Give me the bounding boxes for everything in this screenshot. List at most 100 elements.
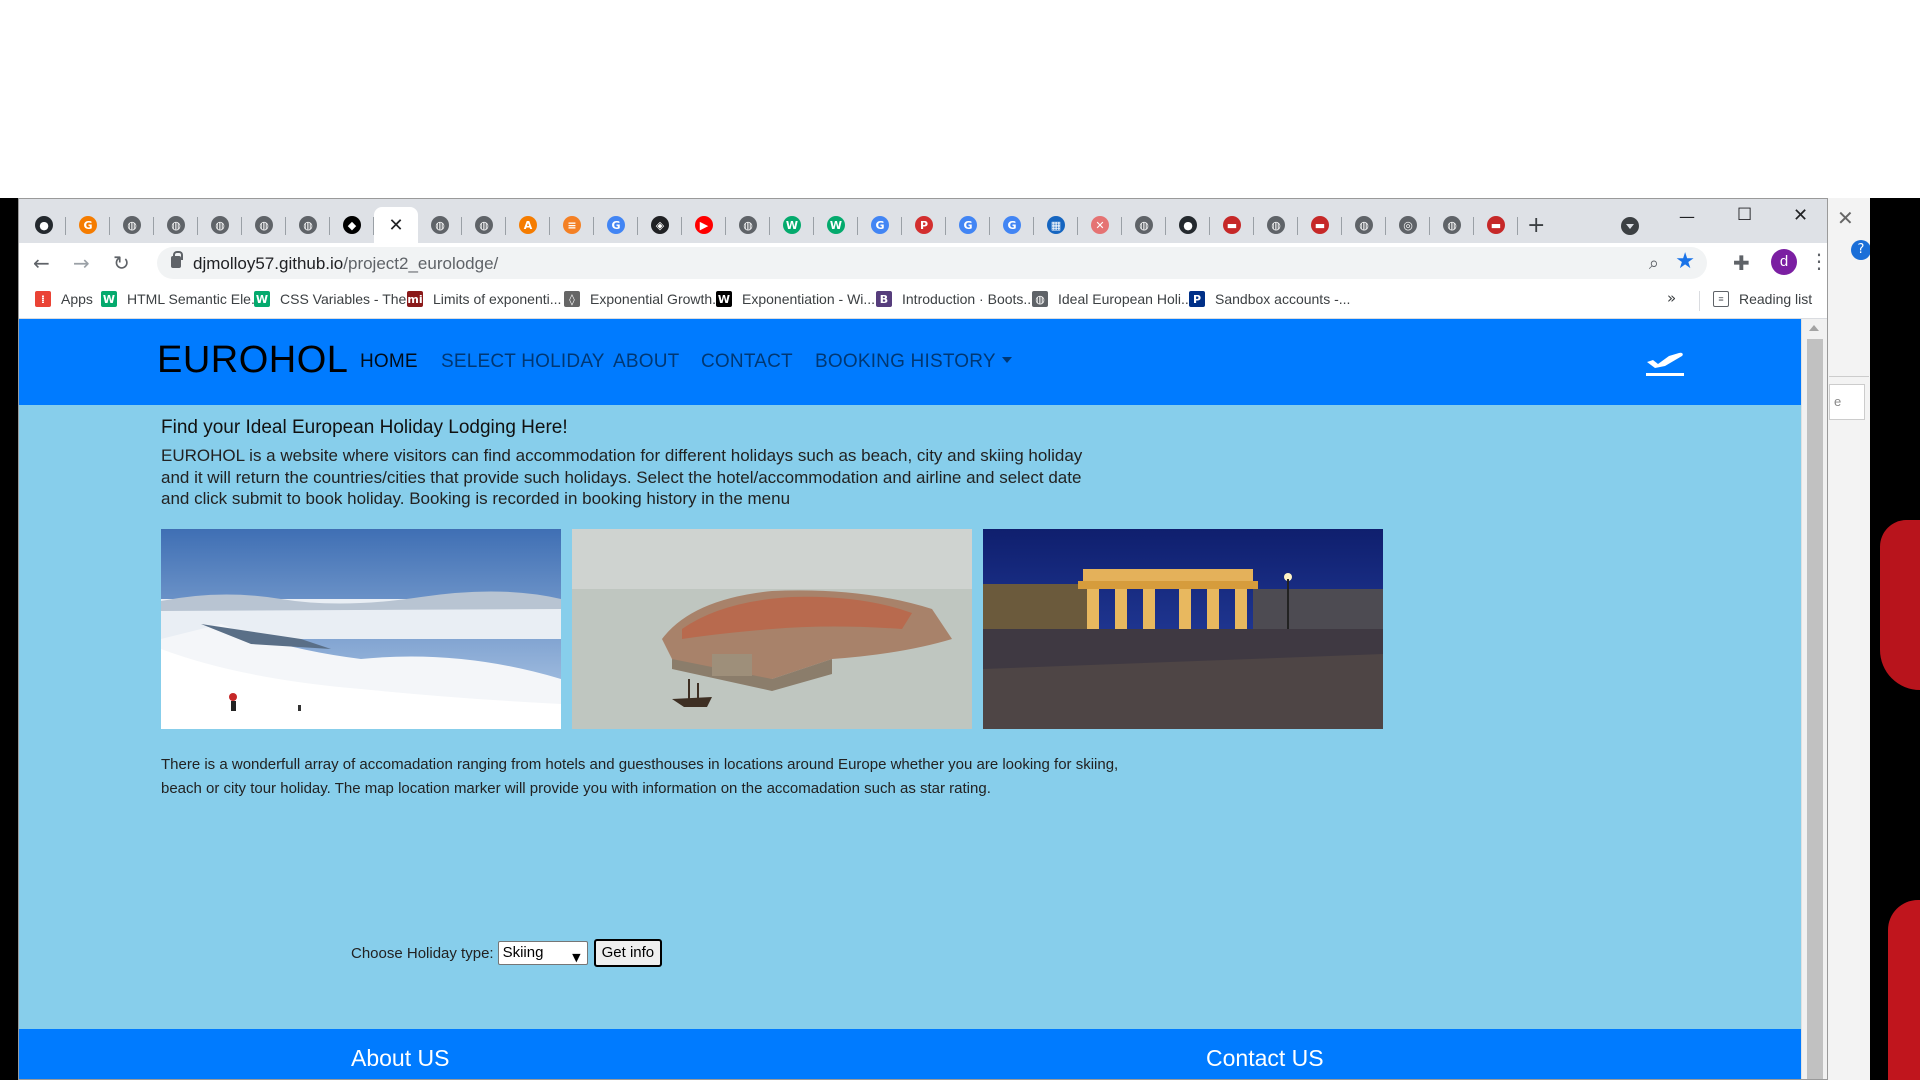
extensions-icon[interactable]: ✚ (1733, 251, 1750, 275)
get-info-button[interactable]: Get info (593, 939, 663, 967)
browser-tab[interactable]: ≡ (550, 207, 594, 243)
bookmark-item[interactable]: W Exponentiation - Wi... (716, 291, 875, 307)
browser-tab[interactable]: ◍ (1430, 207, 1474, 243)
reading-list-button[interactable]: ≡ Reading list (1713, 291, 1812, 307)
google-icon: G (1003, 216, 1021, 234)
minimize-icon[interactable]: — (1679, 207, 1695, 226)
browser-window: + — ☐ ✕ ● G ◍ ◍ ◍ ◍ ◍ ◆ ✕ ◍ ◍ A ≡ G ◈ ▶ ◍ W W G P G G ▦ ✕ ◍ ● ▬ ◍ ▬ ◍ ◎… (18, 198, 1828, 1080)
browser-tab[interactable]: W (770, 207, 814, 243)
bookmark-item[interactable]: W HTML Semantic Ele... (101, 291, 263, 307)
divider (1829, 376, 1869, 377)
globe-icon: ◍ (211, 216, 229, 234)
tab-strip: + — ☐ ✕ ● G ◍ ◍ ◍ ◍ ◍ ◆ ✕ ◍ ◍ A ≡ G ◈ ▶ ◍ W W G P G G ▦ ✕ ◍ ● ▬ ◍ ▬ ◍ ◎… (19, 199, 1827, 243)
bookmark-label: HTML Semantic Ele... (127, 291, 263, 307)
browser-tab[interactable]: G (66, 207, 110, 243)
close-icon[interactable]: ✕ (388, 215, 403, 236)
browser-tab[interactable]: ◈ (638, 207, 682, 243)
zoom-icon[interactable]: ⌕ (1649, 253, 1659, 274)
browser-tab[interactable]: ▦ (1034, 207, 1078, 243)
help-icon[interactable]: ? (1851, 240, 1871, 260)
google-icon: G (607, 216, 625, 234)
bookmark-star-icon[interactable]: ★ (1675, 249, 1695, 274)
browser-tab[interactable]: ◍ (286, 207, 330, 243)
browser-tab[interactable]: ● (1166, 207, 1210, 243)
menu-icon[interactable]: ⋮ (1809, 249, 1827, 273)
footer-contact-heading: Contact US (1206, 1045, 1324, 1071)
page-headline: Find your Ideal European Holiday Lodging… (161, 417, 568, 438)
page-viewport: EUROHOL HOME SELECT HOLIDAY ABOUT CONTAC… (19, 319, 1801, 1079)
nav-home[interactable]: HOME (360, 351, 418, 373)
w3schools-icon: W (101, 291, 117, 307)
intro-section: Find your Ideal European Holiday Lodging… (161, 417, 1101, 510)
address-bar[interactable]: djmolloy57.github.io/project2_eurolodge/… (157, 247, 1707, 279)
bookmark-item[interactable]: ⁞ Apps (35, 291, 93, 307)
chrome-icon: ◎ (1399, 216, 1417, 234)
browser-tab[interactable]: P (902, 207, 946, 243)
new-tab-button[interactable]: + (1527, 213, 1545, 238)
nav-booking-history[interactable]: BOOKING HISTORY (815, 351, 1012, 373)
nav-contact[interactable]: CONTACT (701, 351, 793, 373)
background-input[interactable]: e (1829, 384, 1865, 420)
footer-about-heading: About US (351, 1045, 450, 1071)
url-text[interactable]: djmolloy57.github.io/project2_eurolodge/ (193, 254, 498, 274)
browser-tab[interactable]: W (814, 207, 858, 243)
desktop-wallpaper-shape (1880, 520, 1920, 690)
lock-icon[interactable] (171, 251, 183, 268)
bookmark-item[interactable]: ◊ Exponential Growth... (564, 291, 724, 307)
site-brand[interactable]: EUROHOL (157, 339, 348, 382)
browser-tab[interactable]: ◆ (330, 207, 374, 243)
scroll-thumb[interactable] (1807, 339, 1823, 1079)
codepen-icon: ◆ (343, 216, 361, 234)
browser-tab[interactable]: ◍ (418, 207, 462, 243)
holiday-type-select[interactable]: Skiing ▼ (497, 941, 588, 965)
bookmark-item[interactable]: ◍ Ideal European Holi... (1032, 291, 1193, 307)
browser-tab[interactable]: ▬ (1474, 207, 1518, 243)
bookmark-label: CSS Variables - The... (280, 291, 418, 307)
browser-tab[interactable]: ● (22, 207, 66, 243)
browser-tab[interactable]: ◍ (110, 207, 154, 243)
bookmark-label: Apps (61, 291, 93, 307)
browser-tab[interactable]: G (946, 207, 990, 243)
browser-tab[interactable]: ◍ (462, 207, 506, 243)
browser-tab[interactable]: ◍ (1254, 207, 1298, 243)
browser-tab[interactable]: ◍ (154, 207, 198, 243)
scroll-up-icon[interactable] (1809, 325, 1819, 331)
browser-tab[interactable]: ▬ (1210, 207, 1254, 243)
browser-tab[interactable]: G (990, 207, 1034, 243)
bookmark-item[interactable]: B Introduction · Boots... (876, 291, 1035, 307)
browser-tab[interactable]: G (594, 207, 638, 243)
diamond-icon: ◈ (651, 216, 669, 234)
back-icon[interactable]: ← (33, 251, 50, 275)
ace-icon: A (519, 216, 537, 234)
browser-tab[interactable]: ▬ (1298, 207, 1342, 243)
browser-tab[interactable]: ◍ (1342, 207, 1386, 243)
close-window-icon[interactable]: ✕ (1793, 205, 1808, 226)
globe-icon: ◍ (299, 216, 317, 234)
page-scrollbar[interactable] (1801, 319, 1827, 1079)
reload-icon[interactable]: ↻ (113, 251, 130, 275)
bookmark-item[interactable]: W CSS Variables - The... (254, 291, 418, 307)
browser-tab[interactable]: A (506, 207, 550, 243)
nav-select-holiday[interactable]: SELECT HOLIDAY (441, 351, 605, 373)
nav-about[interactable]: ABOUT (613, 351, 679, 373)
browser-tab[interactable]: ◍ (198, 207, 242, 243)
bookmark-item[interactable]: mi Limits of exponenti... (407, 291, 561, 307)
w3schools-icon: W (783, 216, 801, 234)
browser-tab[interactable]: ✕ (374, 207, 418, 243)
browser-tab[interactable]: ◍ (726, 207, 770, 243)
browser-tab[interactable]: ◍ (242, 207, 286, 243)
close-icon[interactable]: ✕ (1837, 206, 1854, 230)
tab-search-icon[interactable] (1621, 217, 1639, 235)
forward-icon[interactable]: → (73, 251, 90, 275)
maximize-icon[interactable]: ☐ (1737, 205, 1752, 225)
browser-tab[interactable]: ▶ (682, 207, 726, 243)
browser-tab[interactable]: ◍ (1122, 207, 1166, 243)
bookmarks-overflow-icon[interactable]: » (1667, 289, 1676, 307)
browser-tab[interactable]: ✕ (1078, 207, 1122, 243)
browser-tab[interactable]: G (858, 207, 902, 243)
paypal-icon: P (1189, 291, 1205, 307)
profile-avatar[interactable]: d (1771, 249, 1797, 275)
bookmark-item[interactable]: P Sandbox accounts -... (1189, 291, 1350, 307)
holiday-type-label: Choose Holiday type: (351, 944, 494, 962)
browser-tab[interactable]: ◎ (1386, 207, 1430, 243)
